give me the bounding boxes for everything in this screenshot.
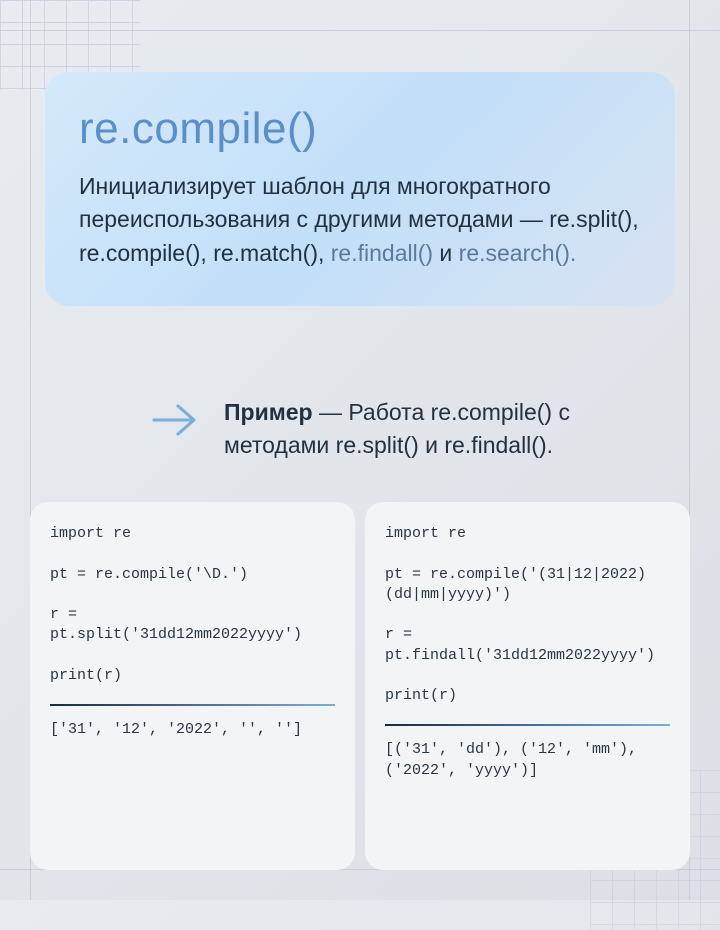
hairline-top (0, 30, 720, 31)
panel-divider (385, 724, 670, 726)
desc-muted-1: re.findall() (331, 240, 433, 266)
code-block-right: import re pt = re.compile('(31|12|2022)(… (385, 524, 670, 706)
desc-part-2: и (433, 240, 459, 266)
code-block-left: import re pt = re.compile('\D.') r = pt.… (50, 524, 335, 686)
code-panel-left: import re pt = re.compile('\D.') r = pt.… (30, 502, 355, 870)
panel-divider (50, 704, 335, 706)
example-row: Пример — Работа re.compile() с методами … (150, 396, 675, 463)
desc-muted-2: re.search(). (459, 240, 577, 266)
info-card: re.compile() Инициализирует шаблон для м… (45, 72, 675, 306)
output-left: ['31', '12', '2022', '', ''] (50, 720, 335, 740)
card-title: re.compile() (79, 104, 641, 154)
card-description: Инициализирует шаблон для многократного … (79, 170, 641, 270)
code-panel-right: import re pt = re.compile('(31|12|2022)(… (365, 502, 690, 870)
output-right: [('31', 'dd'), ('12', 'mm'), ('2022', 'y… (385, 740, 670, 781)
example-label-bold: Пример (224, 399, 313, 425)
example-caption: Пример — Работа re.compile() с методами … (224, 396, 675, 463)
arrow-right-icon (150, 402, 198, 438)
code-panels: import re pt = re.compile('\D.') r = pt.… (30, 502, 690, 870)
